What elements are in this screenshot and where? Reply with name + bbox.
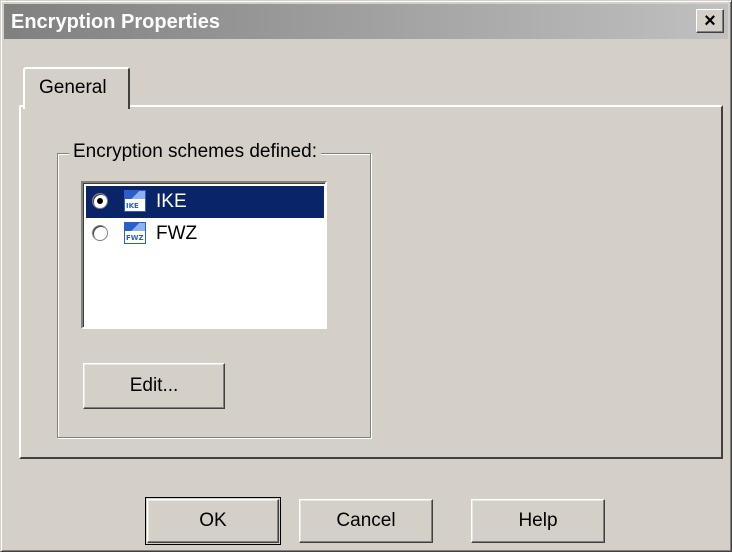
radio-ike[interactable]: [92, 193, 108, 209]
close-button[interactable]: ×: [696, 9, 724, 33]
help-button[interactable]: Help: [471, 499, 605, 543]
list-item-label: IKE: [156, 191, 187, 212]
list-item-ike[interactable]: IKE IKE: [86, 186, 324, 218]
encryption-properties-dialog: Encryption Properties × General Encrypti…: [0, 0, 732, 552]
title-bar[interactable]: Encryption Properties ×: [4, 4, 728, 39]
ike-scheme-icon: IKE: [124, 190, 146, 212]
edit-button[interactable]: Edit...: [83, 363, 225, 409]
close-icon: ×: [704, 9, 716, 32]
ok-button[interactable]: OK: [147, 499, 279, 543]
list-item-fwz[interactable]: FWZ FWZ: [86, 218, 324, 250]
fwz-scheme-icon: FWZ: [124, 222, 146, 244]
list-item-label: FWZ: [156, 223, 198, 244]
tab-general[interactable]: General: [23, 67, 130, 109]
encryption-schemes-list[interactable]: IKE IKE FWZ FWZ: [81, 181, 327, 329]
dialog-title: Encryption Properties: [11, 11, 220, 33]
encryption-schemes-legend: Encryption schemes defined:: [69, 141, 321, 163]
tab-general-label: General: [39, 77, 107, 98]
cancel-button[interactable]: Cancel: [299, 499, 433, 543]
radio-fwz[interactable]: [92, 225, 108, 241]
